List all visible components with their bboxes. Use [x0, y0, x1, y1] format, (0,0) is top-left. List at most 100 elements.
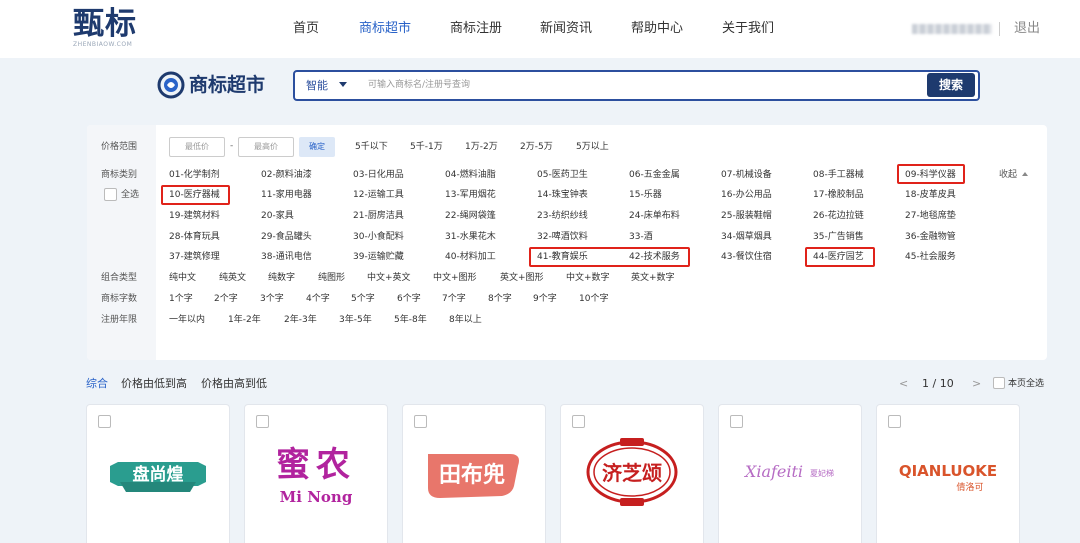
category-option[interactable]: 21-厨房洁具	[353, 210, 404, 222]
nav-about[interactable]: 关于我们	[722, 20, 774, 38]
char-count-option[interactable]: 4个字	[306, 293, 330, 305]
category-option[interactable]: 38-通讯电信	[261, 251, 312, 263]
collapse-toggle[interactable]: 收起	[999, 169, 1017, 181]
nav-trademark-register[interactable]: 商标注册	[450, 20, 502, 38]
card-checkbox[interactable]	[98, 415, 111, 428]
user-phone-masked[interactable]	[912, 24, 992, 34]
combo-type-option[interactable]: 纯中文	[169, 272, 196, 284]
nav-home[interactable]: 首页	[293, 20, 319, 38]
category-option[interactable]: 20-家具	[261, 210, 294, 222]
site-logo[interactable]: 甄标	[73, 6, 137, 42]
char-count-option[interactable]: 10个字	[579, 293, 608, 305]
category-option[interactable]: 24-床单布料	[629, 210, 680, 222]
card-checkbox[interactable]	[888, 415, 901, 428]
category-option[interactable]: 31-水果花木	[445, 231, 496, 243]
reg-years-option[interactable]: 一年以内	[169, 314, 205, 326]
nav-help[interactable]: 帮助中心	[631, 20, 683, 38]
char-count-option[interactable]: 6个字	[397, 293, 421, 305]
search-input[interactable]	[368, 76, 908, 94]
combo-type-option[interactable]: 英文+图形	[500, 272, 544, 284]
char-count-option[interactable]: 9个字	[533, 293, 557, 305]
category-option[interactable]: 17-橡胶制品	[813, 189, 864, 201]
category-option[interactable]: 34-烟草烟具	[721, 231, 772, 243]
sort-default[interactable]: 综合	[86, 376, 108, 391]
category-option[interactable]: 07-机械设备	[721, 169, 772, 181]
price-confirm-button[interactable]: 确定	[299, 137, 335, 157]
category-option[interactable]: 28-体育玩具	[169, 231, 220, 243]
card-checkbox[interactable]	[414, 415, 427, 428]
category-option[interactable]: 04-燃料油脂	[445, 169, 496, 181]
char-count-option[interactable]: 3个字	[260, 293, 284, 305]
category-option[interactable]: 29-食品罐头	[261, 231, 312, 243]
category-option[interactable]: 22-绳网袋篷	[445, 210, 496, 222]
category-option[interactable]: 03-日化用品	[353, 169, 404, 181]
sort-price-asc[interactable]: 价格由低到高	[121, 376, 187, 391]
combo-type-option[interactable]: 纯图形	[318, 272, 345, 284]
price-range-option[interactable]: 1万-2万	[465, 141, 498, 153]
category-option[interactable]: 19-建筑材料	[169, 210, 220, 222]
category-option[interactable]: 05-医药卫生	[537, 169, 588, 181]
char-count-option[interactable]: 1个字	[169, 293, 193, 305]
category-option[interactable]: 14-珠宝钟表	[537, 189, 588, 201]
category-option[interactable]: 08-手工器械	[813, 169, 864, 181]
next-page-button[interactable]: >	[972, 376, 981, 391]
category-option[interactable]: 27-地毯席垫	[905, 210, 956, 222]
category-option[interactable]: 11-家用电器	[261, 189, 312, 201]
char-count-option[interactable]: 2个字	[214, 293, 238, 305]
category-option[interactable]: 40-材料加工	[445, 251, 496, 263]
min-price-input[interactable]: 最低价	[169, 137, 225, 157]
combo-type-option[interactable]: 中文+英文	[367, 272, 411, 284]
price-range-option[interactable]: 5万以上	[576, 141, 609, 153]
prev-page-button[interactable]: <	[899, 376, 908, 391]
sort-price-desc[interactable]: 价格由高到低	[201, 376, 267, 391]
category-option[interactable]: 01-化学制剂	[169, 169, 220, 181]
nav-trademark-market[interactable]: 商标超市	[359, 20, 411, 38]
chevron-down-icon[interactable]	[339, 82, 347, 87]
price-range-option[interactable]: 2万-5万	[520, 141, 553, 153]
search-type-select[interactable]: 智能	[306, 78, 328, 93]
combo-type-option[interactable]: 纯英文	[219, 272, 246, 284]
category-option[interactable]: 26-花边拉链	[813, 210, 864, 222]
category-option[interactable]: 12-运输工具	[353, 189, 404, 201]
category-option[interactable]: 30-小食配料	[353, 231, 404, 243]
category-option[interactable]: 33-酒	[629, 231, 653, 243]
char-count-option[interactable]: 5个字	[351, 293, 375, 305]
card-checkbox[interactable]	[572, 415, 585, 428]
logout-link[interactable]: 退出	[1014, 20, 1040, 38]
category-option[interactable]: 13-军用烟花	[445, 189, 496, 201]
chevron-up-icon[interactable]	[1022, 172, 1028, 176]
reg-years-option[interactable]: 1年-2年	[228, 314, 261, 326]
search-button[interactable]: 搜索	[927, 73, 975, 97]
category-option[interactable]: 02-颜料油漆	[261, 169, 312, 181]
char-count-option[interactable]: 8个字	[488, 293, 512, 305]
char-count-option[interactable]: 7个字	[442, 293, 466, 305]
select-page-checkbox[interactable]	[993, 377, 1005, 389]
price-range-option[interactable]: 5千-1万	[410, 141, 443, 153]
reg-years-option[interactable]: 8年以上	[449, 314, 482, 326]
category-option[interactable]: 06-五金金属	[629, 169, 680, 181]
reg-years-option[interactable]: 5年-8年	[394, 314, 427, 326]
nav-news[interactable]: 新闻资讯	[540, 20, 592, 38]
category-option[interactable]: 45-社会服务	[905, 251, 956, 263]
card-checkbox[interactable]	[256, 415, 269, 428]
category-option[interactable]: 37-建筑修理	[169, 251, 220, 263]
category-option[interactable]: 25-服装鞋帽	[721, 210, 772, 222]
category-option[interactable]: 36-金融物管	[905, 231, 956, 243]
reg-years-option[interactable]: 3年-5年	[339, 314, 372, 326]
combo-type-option[interactable]: 中文+图形	[433, 272, 477, 284]
price-range-option[interactable]: 5千以下	[355, 141, 388, 153]
category-option[interactable]: 43-餐饮住宿	[721, 251, 772, 263]
category-option[interactable]: 32-啤酒饮料	[537, 231, 588, 243]
combo-type-option[interactable]: 英文+数字	[631, 272, 675, 284]
category-option[interactable]: 15-乐器	[629, 189, 662, 201]
category-option[interactable]: 23-纺织纱线	[537, 210, 588, 222]
select-all-checkbox[interactable]	[104, 188, 117, 201]
category-option[interactable]: 39-运输贮藏	[353, 251, 404, 263]
card-checkbox[interactable]	[730, 415, 743, 428]
category-option[interactable]: 35-广告销售	[813, 231, 864, 243]
category-option[interactable]: 18-皮革皮具	[905, 189, 956, 201]
combo-type-option[interactable]: 中文+数字	[566, 272, 610, 284]
combo-type-option[interactable]: 纯数字	[268, 272, 295, 284]
max-price-input[interactable]: 最高价	[238, 137, 294, 157]
reg-years-option[interactable]: 2年-3年	[284, 314, 317, 326]
